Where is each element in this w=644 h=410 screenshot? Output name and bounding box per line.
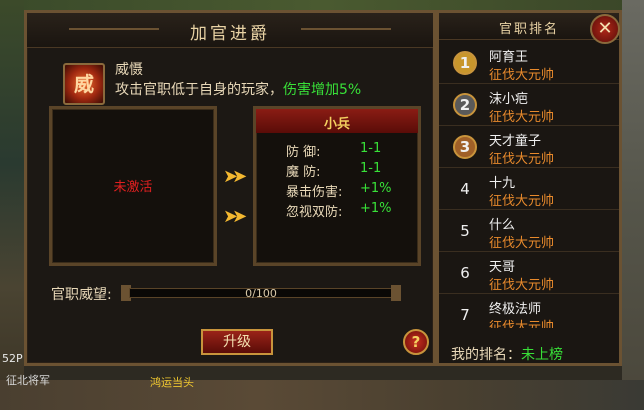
rank-player-title: 征伐大元帅 (489, 152, 555, 167)
my-rank-label: 我的排名： (451, 347, 521, 363)
rank-player-title: 征伐大元帅 (489, 194, 555, 209)
player-title-text: 征北将军 (6, 374, 50, 387)
skill-name: 威慑 (115, 62, 143, 78)
arrow-right-icon: ➤➤ (223, 206, 247, 227)
prestige-progress-text: 0/100 (245, 287, 277, 300)
rank-window: 官职排名 1 阿育王 征伐大元帅 2 沫小疤 征伐大元帅 3 天才童子 征伐大元帅 4 十九 征伐大元… (436, 10, 622, 366)
rank-player-name: 十九 (489, 176, 516, 191)
rank-player-name: 什么 (489, 218, 516, 233)
rank-player-name: 天哥 (489, 260, 516, 275)
rank-row[interactable]: 2 沫小疤征伐大元帅 (439, 84, 619, 126)
rank-player-name: 沫小疤 (489, 92, 529, 107)
stat-value: +1% (360, 201, 392, 216)
rank-row[interactable]: 5 什么征伐大元帅 (439, 210, 619, 252)
stat-label: 防 御: (286, 145, 321, 160)
game-world-right (622, 0, 644, 410)
stat-label: 魔 防: (286, 165, 321, 180)
stat-value: 1-1 (360, 141, 382, 156)
flame-skill-icon[interactable]: 威 (63, 63, 105, 105)
rank-medal-icon: 3 (453, 135, 477, 159)
rank-number: 6 (460, 264, 470, 282)
arrow-right-icon: ➤➤ (223, 166, 247, 187)
rank-player-title: 征伐大元帅 (489, 236, 555, 251)
rank-number: 4 (460, 180, 470, 198)
stat-label: 暴击伤害: (286, 185, 343, 200)
game-world-top (0, 0, 644, 10)
rank-row[interactable]: 1 阿育王征伐大元帅 (439, 42, 619, 84)
stat-value: 1-1 (360, 161, 382, 176)
game-world-bottom (0, 380, 644, 410)
promotion-window: 加官进爵 威 威慑 攻击官职低于自身的玩家，伤害增加5% 未激活 ➤➤ ➤➤ 小… (24, 10, 436, 366)
level-text: 52P (2, 352, 23, 365)
panel-header: 小兵 (256, 109, 418, 133)
skill-desc-text: 攻击官职低于自身的玩家， (115, 82, 283, 98)
rank-list[interactable]: 1 阿育王 征伐大元帅 2 沫小疤 征伐大元帅 3 天才童子 征伐大元帅 4 十九 征伐大元帅 5 什么征… (439, 42, 619, 328)
title-ornament-right (301, 28, 391, 30)
close-button[interactable]: ✕ (590, 14, 620, 44)
my-rank: 我的排名：未上榜 (451, 344, 563, 364)
inactive-status: 未激活 (113, 180, 153, 195)
rank-player-title: 征伐大元帅 (489, 110, 555, 125)
rank-player-name: 终极法师 (489, 302, 542, 317)
rank-player-name: 阿育王 (489, 50, 529, 65)
rank-row[interactable]: 6 天哥征伐大元帅 (439, 252, 619, 294)
stat-value: +1% (360, 181, 392, 196)
skill-desc-highlight: 伤害增加5% (283, 82, 362, 98)
rank-player-title: 征伐大元帅 (489, 278, 555, 293)
window-title: 加官进爵 (190, 24, 270, 44)
rank-player-title: 征伐大元帅 (489, 320, 555, 328)
next-rank-name: 小兵 (323, 117, 350, 132)
stat-label: 忽视双防: (286, 205, 343, 220)
rank-player-name: 天才童子 (489, 134, 542, 149)
rank-medal-icon: 1 (453, 51, 477, 75)
rank-row[interactable]: 4 十九征伐大元帅 (439, 168, 619, 210)
rank-row[interactable]: 3 天才童子征伐大元帅 (439, 126, 619, 168)
prestige-label: 官职威望: (51, 287, 112, 303)
next-rank-panel: 小兵 防 御: 1-1 魔 防: 1-1 暴击伤害: +1% 忽视双防: +1% (253, 106, 421, 266)
rank-player-title: 征伐大元帅 (489, 68, 555, 83)
rank-number: 7 (460, 306, 470, 324)
player-name-text: 鸿运当头 (150, 376, 194, 389)
rank-medal-icon: 2 (453, 93, 477, 117)
my-rank-value: 未上榜 (521, 347, 563, 363)
skill-description: 攻击官职低于自身的玩家，伤害增加5% (115, 79, 361, 99)
title-bar: 加官进爵 (27, 13, 433, 48)
rank-number: 5 (460, 222, 470, 240)
help-button[interactable]: ? (403, 329, 429, 355)
game-world-left (0, 0, 24, 410)
rank-row[interactable]: 7 终极法师征伐大元帅 (439, 294, 619, 328)
upgrade-button[interactable]: 升级 (201, 329, 273, 355)
current-rank-panel: 未激活 (49, 106, 217, 266)
